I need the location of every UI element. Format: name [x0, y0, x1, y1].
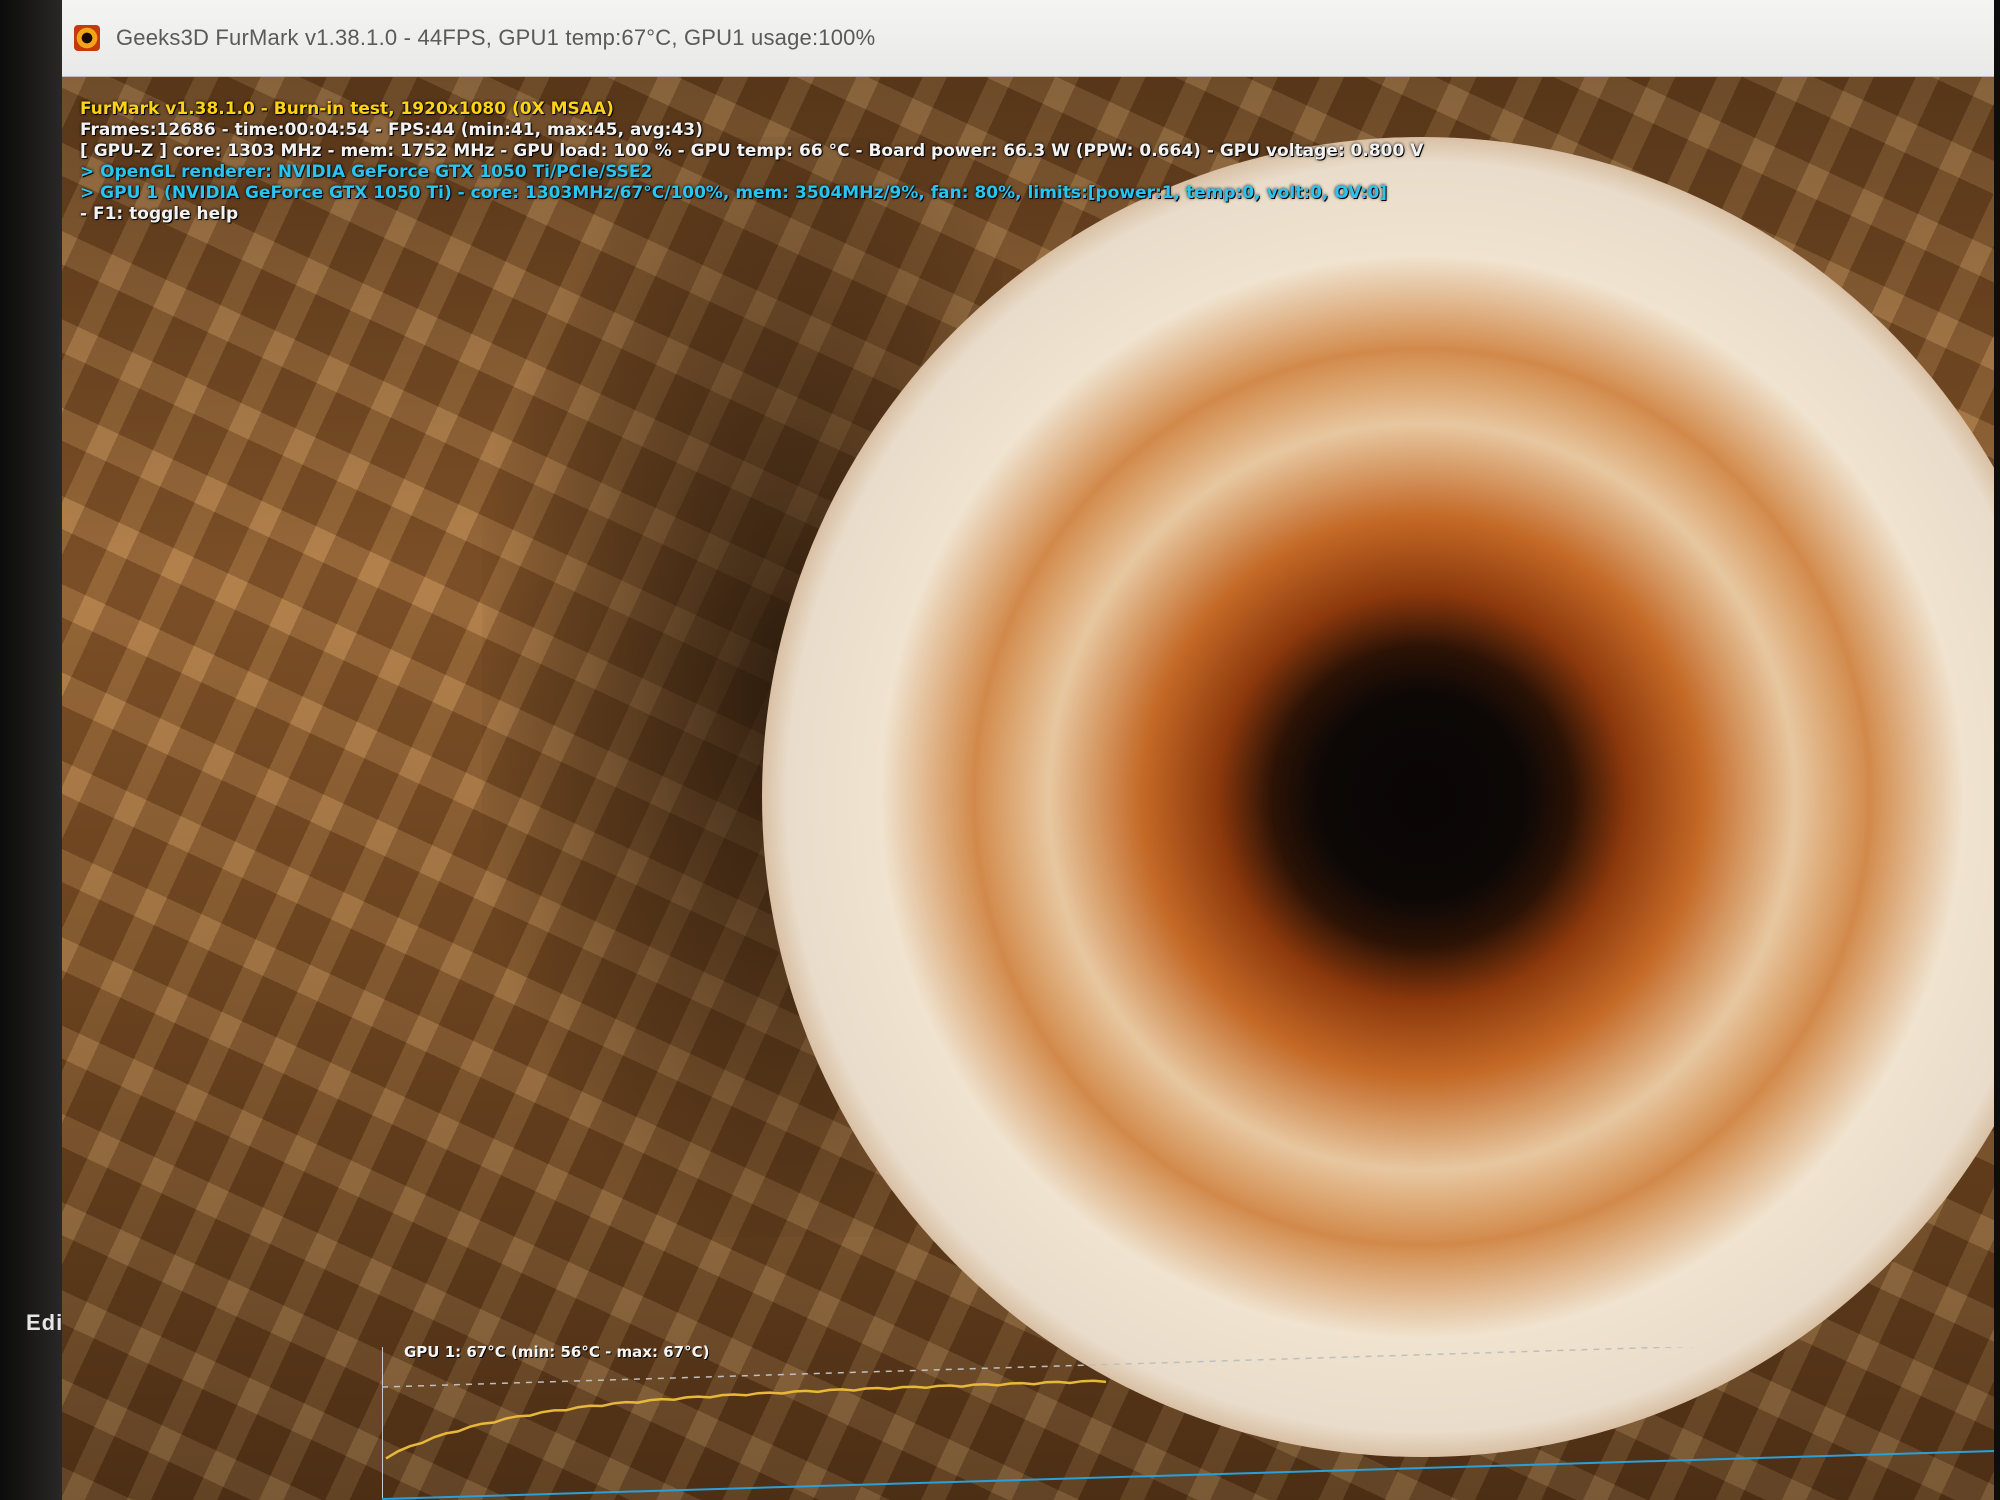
render-viewport: FurMark v1.38.1.0 - Burn-in test, 1920x1…: [62, 77, 1994, 1500]
temperature-graph-canvas: [382, 1347, 1994, 1500]
furmark-window: Geeks3D FurMark v1.38.1.0 - 44FPS, GPU1 …: [62, 0, 1994, 1500]
hud-overlay: FurMark v1.38.1.0 - Burn-in test, 1920x1…: [80, 99, 1423, 225]
window-titlebar[interactable]: Geeks3D FurMark v1.38.1.0 - 44FPS, GPU1 …: [62, 0, 1994, 77]
furmark-app-icon[interactable]: [74, 25, 100, 51]
hud-title-line: FurMark v1.38.1.0 - Burn-in test, 1920x1…: [80, 99, 614, 119]
temperature-graph: GPU 1: 67°C (min: 56°C - max: 67°C): [382, 1343, 1994, 1500]
monitor-bezel-left: Edi: [0, 0, 62, 1500]
hud-renderer-line: > OpenGL renderer: NVIDIA GeForce GTX 10…: [80, 162, 653, 182]
temperature-series-line: [385, 1379, 1107, 1460]
bezel-label: Edi: [26, 1310, 64, 1335]
graph-baseline: [382, 1450, 1994, 1500]
window-title: Geeks3D FurMark v1.38.1.0 - 44FPS, GPU1 …: [116, 25, 876, 50]
hud-frames-line: Frames:12686 - time:00:04:54 - FPS:44 (m…: [80, 120, 703, 140]
temperature-graph-label: GPU 1: 67°C (min: 56°C - max: 67°C): [404, 1343, 710, 1361]
monitor-bezel-right: [1994, 0, 2000, 1500]
hud-help-line: - F1: toggle help: [80, 204, 239, 224]
hud-gpu1-line: > GPU 1 (NVIDIA GeForce GTX 1050 Ti) - c…: [80, 183, 1388, 203]
hud-gpuz-line: [ GPU-Z ] core: 1303 MHz - mem: 1752 MHz…: [80, 141, 1424, 161]
